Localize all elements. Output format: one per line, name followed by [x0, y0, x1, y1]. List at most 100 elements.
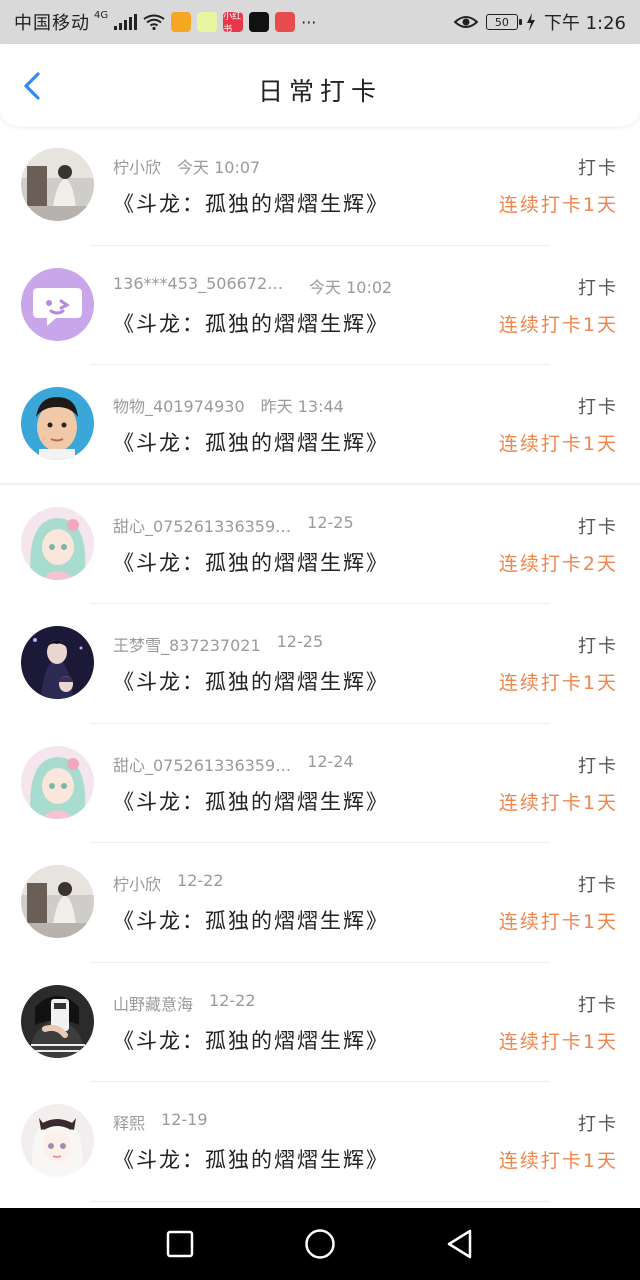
- checkin-action-label: 打卡: [578, 516, 618, 538]
- user-name[interactable]: 王梦雪_837237021: [113, 632, 261, 656]
- user-name[interactable]: 柠小欣: [113, 871, 161, 895]
- streak-label: 连续打卡1天: [498, 791, 618, 814]
- checkin-action-label: 打卡: [578, 158, 618, 179]
- checkin-action-label: 打卡: [578, 755, 618, 777]
- page-title: 日常打卡: [257, 77, 382, 106]
- avatar-photo-winter[interactable]: [21, 148, 94, 221]
- user-name[interactable]: 物物_401974930: [113, 393, 245, 417]
- avatar-photo-winter[interactable]: [21, 865, 94, 938]
- avatar-photo-child[interactable]: [21, 387, 94, 460]
- streak-label: 连续打卡2天: [498, 552, 618, 575]
- checkin-time: 12-22: [177, 871, 224, 890]
- wifi-icon: [143, 14, 165, 30]
- user-name[interactable]: 甜心_075261336359…: [113, 752, 291, 776]
- clock: 下午 1:26: [543, 13, 626, 34]
- avatar-photo-phone[interactable]: [21, 984, 94, 1058]
- checkin-action-label: 打卡: [578, 994, 618, 1016]
- book-title[interactable]: 《斗龙：孤独的熠熠生辉》: [113, 905, 389, 935]
- book-title[interactable]: 《斗龙：孤独的熠熠生辉》: [113, 427, 389, 457]
- charging-icon: [526, 13, 535, 31]
- header: 日常打卡: [0, 44, 640, 126]
- app-orange-icon: [171, 12, 192, 32]
- book-title[interactable]: 《斗龙：孤独的熠熠生辉》: [113, 1025, 389, 1055]
- avatar-default-chat[interactable]: [21, 267, 94, 341]
- checkin-time: 12-19: [161, 1110, 208, 1129]
- streak-label: 连续打卡1天: [498, 433, 618, 455]
- app-huawei-icon: [275, 12, 296, 32]
- app-green-icon: [197, 12, 218, 32]
- avatar-anime-white[interactable]: [21, 1104, 94, 1177]
- circle-icon: [305, 1229, 335, 1259]
- status-left: 中国移动 4G 小红书 ···: [14, 9, 317, 36]
- row-meta: 物物_401974930 昨天 13:44: [113, 393, 344, 417]
- user-name[interactable]: 山野藏意海: [113, 991, 193, 1015]
- notification-app-icons: 小红书: [171, 12, 296, 35]
- row-meta: 王梦雪_837237021 12-25: [113, 632, 323, 656]
- checkin-time: 12-25: [307, 512, 354, 532]
- book-title[interactable]: 《斗龙：孤独的熠熠生辉》: [113, 786, 389, 816]
- eye-comfort-icon: [453, 16, 478, 28]
- user-name[interactable]: 释熙: [113, 1110, 145, 1134]
- checkin-time: 12-22: [209, 990, 256, 1010]
- checkin-action-label: 打卡: [578, 636, 618, 657]
- checkin-row[interactable]: 释熙 12-19 《斗龙：孤独的熠熠生辉》 打卡连续打卡1天: [0, 1082, 640, 1202]
- book-title[interactable]: 《斗龙：孤独的熠熠生辉》: [113, 308, 389, 338]
- row-meta: 甜心_075261336359… 12-25: [113, 513, 354, 537]
- square-icon: [166, 1230, 194, 1258]
- status-bar: 中国移动 4G 小红书 ··· 50 下午 1:26: [0, 0, 640, 44]
- book-title[interactable]: 《斗龙：孤独的熠熠生辉》: [113, 666, 389, 696]
- checkin-row[interactable]: 甜心_075261336359… 12-25 《斗龙：孤独的熠熠生辉》 打卡连续打卡2…: [0, 485, 640, 604]
- checkin-row[interactable]: 136***453_506672088 今天 10:02 《斗龙：孤独的熠熠生辉》 打…: [0, 246, 640, 365]
- streak-label: 连续打卡1天: [498, 1030, 618, 1053]
- streak-label: 连续打卡1天: [498, 911, 618, 933]
- row-meta: 柠小欣 12-22: [113, 871, 224, 895]
- row-meta: 甜心_075261336359… 12-24: [113, 752, 354, 776]
- streak-label: 连续打卡1天: [498, 313, 618, 336]
- checkin-action-label: 打卡: [578, 277, 618, 299]
- checkin-list: 柠小欣 今天 10:07 《斗龙：孤独的熠熠生辉》 打卡 连续打卡1天 136***453…: [0, 126, 640, 1202]
- checkin-time: 12-24: [307, 751, 354, 771]
- back-nav-button[interactable]: [440, 1224, 480, 1264]
- battery-level: 50: [494, 15, 509, 29]
- user-name[interactable]: 柠小欣: [113, 154, 161, 178]
- streak-label: 连续打卡1天: [498, 194, 618, 216]
- checkin-row[interactable]: 王梦雪_837237021 12-25 《斗龙：孤独的熠熠生辉》 打卡 连续打卡1天: [0, 604, 640, 724]
- row-meta: 释熙 12-19: [113, 1110, 208, 1134]
- book-title[interactable]: 《斗龙：孤独的熠熠生辉》: [113, 1144, 389, 1174]
- row-divider: [90, 1200, 550, 1202]
- app-red-icon: 小红书: [223, 12, 244, 35]
- battery-icon: 50: [485, 14, 522, 30]
- checkin-time: 今天 10:02: [309, 277, 393, 297]
- row-meta: 山野藏意海 12-22: [113, 991, 256, 1015]
- carrier-label: 中国移动: [14, 13, 90, 34]
- streak-label: 连续打卡1天: [498, 1150, 618, 1172]
- app-tiktok-icon: [249, 12, 270, 32]
- checkin-row[interactable]: 甜心_075261336359… 12-24 《斗龙：孤独的熠熠生辉》 打卡连续打卡1…: [0, 724, 640, 843]
- book-title[interactable]: 《斗龙：孤独的熠熠生辉》: [113, 188, 389, 218]
- more-notifications-icon: ···: [301, 12, 317, 32]
- avatar-anime-pink[interactable]: [21, 745, 94, 819]
- checkin-action-label: 打卡: [578, 1114, 618, 1135]
- checkin-row[interactable]: 山野藏意海 12-22 《斗龙：孤独的熠熠生辉》 打卡连续打卡1天: [0, 963, 640, 1082]
- checkin-row[interactable]: 柠小欣 今天 10:07 《斗龙：孤独的熠熠生辉》 打卡连续打卡1天: [0, 126, 640, 246]
- checkin-time: 12-25: [276, 632, 324, 651]
- home-button[interactable]: [300, 1224, 340, 1264]
- status-right: 50 下午 1:26: [453, 9, 626, 35]
- checkin-row[interactable]: 物物_401974930 昨天 13:44 《斗龙：孤独的熠熠生辉》 打卡 连续打卡1天: [0, 365, 640, 485]
- checkin-time: 昨天 13:44: [260, 397, 344, 416]
- row-meta: 136***453_506672088 今天 10:02: [113, 274, 392, 298]
- system-nav-bar: [0, 1208, 640, 1280]
- book-title[interactable]: 《斗龙：孤独的熠熠生辉》: [113, 547, 389, 577]
- avatar-anime-pink[interactable]: [21, 506, 94, 580]
- user-name[interactable]: 136***453_506672088: [113, 274, 293, 298]
- row-meta: 柠小欣 今天 10:07: [113, 154, 260, 178]
- checkin-time: 今天 10:07: [177, 158, 261, 177]
- signal-icon: [114, 14, 138, 30]
- triangle-back-icon: [447, 1229, 472, 1259]
- checkin-action-label: 打卡: [578, 875, 618, 896]
- network-type: 4G: [94, 9, 109, 21]
- recent-apps-button[interactable]: [160, 1224, 200, 1264]
- avatar-anime-dark[interactable]: [21, 626, 94, 699]
- user-name[interactable]: 甜心_075261336359…: [113, 513, 291, 537]
- checkin-row[interactable]: 柠小欣 12-22 《斗龙：孤独的熠熠生辉》 打卡连续打卡1天: [0, 843, 640, 963]
